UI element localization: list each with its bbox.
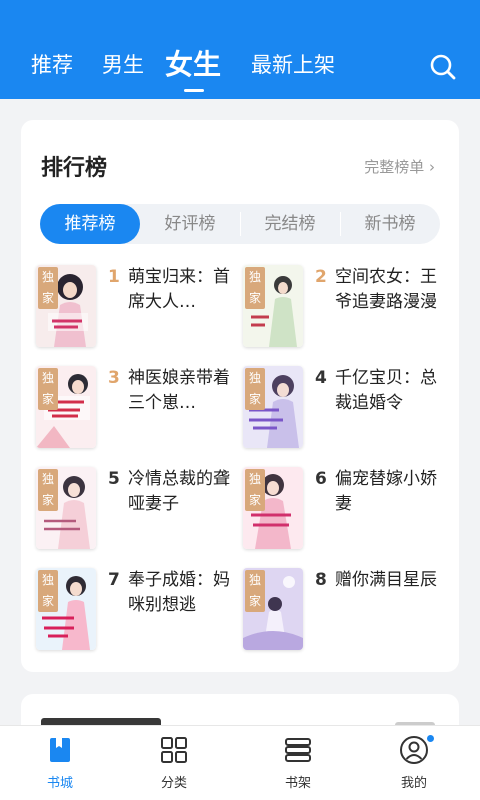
nav-category[interactable]: 分类 — [114, 726, 234, 800]
segment-completed[interactable]: 完结榜 — [240, 204, 340, 244]
exclusive-badge: 独家 — [245, 267, 265, 309]
rank-number: 2 — [315, 267, 327, 287]
nav-profile[interactable]: 我的 — [354, 726, 474, 800]
book-title[interactable]: 空间农女：王爷追妻路漫漫 — [335, 265, 445, 315]
book-title[interactable]: 神医娘亲带着三个崽… — [128, 366, 238, 416]
tab-female[interactable]: 女生 — [165, 40, 221, 90]
nav-label: 书城 — [46, 776, 73, 791]
segment-new-books[interactable]: 新书榜 — [340, 204, 440, 244]
tab-new-arrivals[interactable]: 最新上架 — [251, 40, 335, 90]
exclusive-badge: 独家 — [38, 267, 58, 309]
book-title[interactable]: 奉子成婚：妈咪别想逃 — [128, 568, 238, 618]
rank-number: 5 — [108, 469, 120, 489]
bookshelf-icon — [282, 734, 314, 766]
search-icon[interactable] — [428, 52, 458, 82]
book-cover[interactable]: 独家 — [243, 265, 303, 347]
exclusive-badge: 独家 — [245, 368, 265, 410]
book-item[interactable]: 独家 6 偏宠替嫁小娇妻 — [243, 467, 443, 549]
rank-number: 7 — [108, 570, 120, 590]
rank-number: 8 — [315, 570, 327, 590]
ranking-segment-control: 推荐榜 好评榜 完结榜 新书榜 — [40, 204, 440, 244]
tab-recommend[interactable]: 推荐 — [31, 40, 73, 90]
notification-dot — [426, 734, 435, 743]
bookstore-icon — [44, 734, 76, 766]
rank-number: 4 — [315, 368, 327, 388]
book-title[interactable]: 萌宝归来：首席大人… — [128, 265, 238, 315]
category-grid-icon — [158, 734, 190, 766]
book-title[interactable]: 赠你满目星辰 — [335, 568, 445, 593]
book-cover[interactable]: 独家 — [36, 265, 96, 347]
nav-bookshelf[interactable]: 书架 — [238, 726, 358, 800]
book-item[interactable]: 独家 3 神医娘亲带着三个崽… — [36, 366, 236, 448]
book-title[interactable]: 冷情总裁的聋哑妻子 — [128, 467, 238, 517]
category-tabs: 推荐 男生 女生 最新上架 — [0, 40, 480, 90]
book-item[interactable]: 独家 4 千亿宝贝：总裁追婚令 — [243, 366, 443, 448]
ranking-title: 排行榜 — [41, 156, 108, 181]
book-item[interactable]: 独家 8 赠你满目星辰 — [243, 568, 443, 650]
segment-recommend[interactable]: 推荐榜 — [40, 204, 140, 244]
exclusive-badge: 独家 — [38, 469, 58, 511]
top-header: 推荐 男生 女生 最新上架 — [0, 0, 480, 99]
exclusive-badge: 独家 — [245, 570, 265, 612]
book-cover[interactable]: 独家 — [36, 366, 96, 448]
active-tab-indicator — [184, 89, 204, 92]
rank-number: 1 — [108, 267, 120, 287]
book-item[interactable]: 独家 7 奉子成婚：妈咪别想逃 — [36, 568, 236, 650]
rank-number: 6 — [315, 469, 327, 489]
exclusive-badge: 独家 — [38, 368, 58, 410]
book-cover[interactable]: 独家 — [243, 467, 303, 549]
full-ranking-link[interactable]: 完整榜单 › — [364, 156, 435, 177]
exclusive-badge: 独家 — [38, 570, 58, 612]
nav-label: 书架 — [284, 776, 311, 791]
bottom-navigation: 书城 分类 书架 我的 — [0, 725, 480, 800]
nav-bookstore[interactable]: 书城 — [0, 726, 120, 800]
ranking-card: 排行榜 完整榜单 › 推荐榜 好评榜 完结榜 新书榜 独家 1 萌宝归来：首席大… — [21, 120, 459, 672]
book-cover[interactable]: 独家 — [243, 366, 303, 448]
book-cover[interactable]: 独家 — [243, 568, 303, 650]
segment-top-rated[interactable]: 好评榜 — [140, 204, 240, 244]
book-item[interactable]: 独家 1 萌宝归来：首席大人… — [36, 265, 236, 347]
exclusive-badge: 独家 — [245, 469, 265, 511]
tab-male[interactable]: 男生 — [102, 40, 144, 90]
book-cover[interactable]: 独家 — [36, 467, 96, 549]
book-item[interactable]: 独家 2 空间农女：王爷追妻路漫漫 — [243, 265, 443, 347]
nav-label: 我的 — [400, 776, 427, 791]
book-item[interactable]: 独家 5 冷情总裁的聋哑妻子 — [36, 467, 236, 549]
book-title[interactable]: 千亿宝贝：总裁追婚令 — [335, 366, 445, 416]
book-cover[interactable]: 独家 — [36, 568, 96, 650]
book-title[interactable]: 偏宠替嫁小娇妻 — [335, 467, 445, 517]
rank-number: 3 — [108, 368, 120, 388]
nav-label: 分类 — [160, 776, 187, 791]
